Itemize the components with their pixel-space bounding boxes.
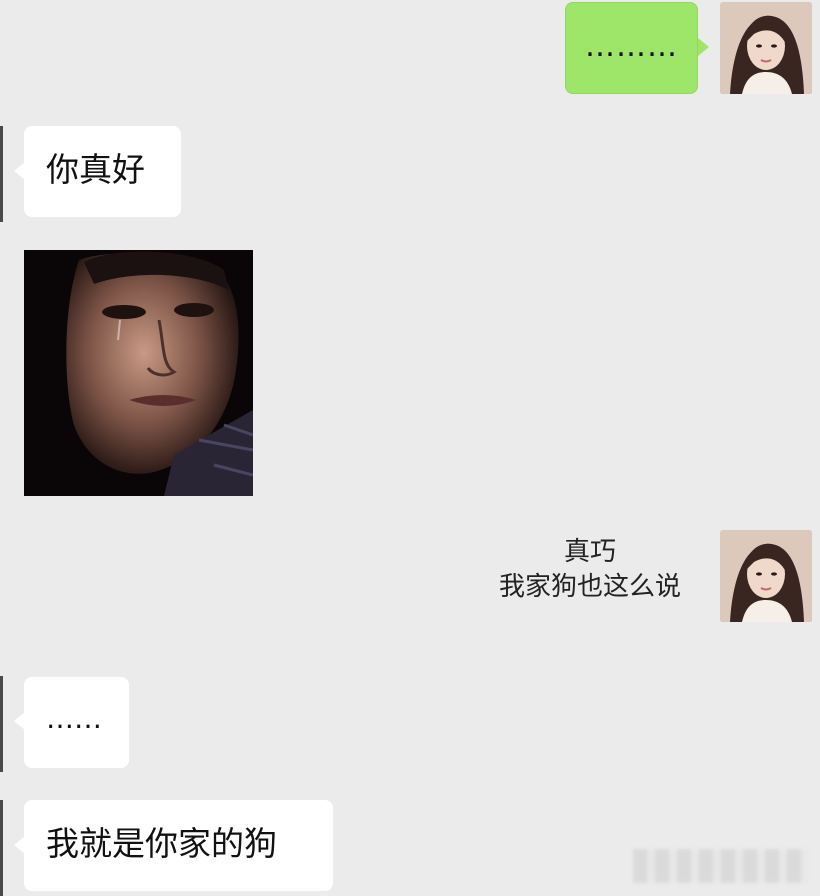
incoming-image-message[interactable]	[24, 250, 253, 496]
outgoing-plain-message[interactable]: 真巧 我家狗也这么说	[470, 535, 710, 605]
message-text: ……	[46, 702, 102, 735]
message-text: ………	[585, 29, 678, 64]
message-text: 我就是你家的狗	[46, 824, 277, 863]
left-edge-mark	[0, 676, 3, 772]
message-text: 你真好	[46, 150, 145, 189]
user-avatar[interactable]	[720, 2, 812, 94]
watermark	[633, 849, 808, 883]
crying-man-photo-icon	[24, 250, 253, 496]
woman-avatar-icon	[720, 2, 812, 94]
bubble-tail	[698, 38, 709, 56]
woman-avatar-icon	[720, 530, 812, 622]
left-edge-mark	[0, 800, 3, 896]
incoming-bubble-nice[interactable]: 你真好	[24, 126, 181, 217]
incoming-bubble-dots[interactable]: ……	[24, 677, 129, 768]
message-line-2: 我家狗也这么说	[498, 572, 681, 602]
chat-view: ……… 你真好 真巧 我家狗也这么说 …… 我就是你家的狗	[0, 0, 820, 896]
user-avatar[interactable]	[720, 530, 812, 622]
incoming-bubble-dog[interactable]: 我就是你家的狗	[24, 800, 333, 891]
message-line-1: 真巧	[563, 537, 616, 567]
left-edge-mark	[0, 126, 3, 222]
outgoing-bubble-dots[interactable]: ………	[565, 2, 698, 94]
